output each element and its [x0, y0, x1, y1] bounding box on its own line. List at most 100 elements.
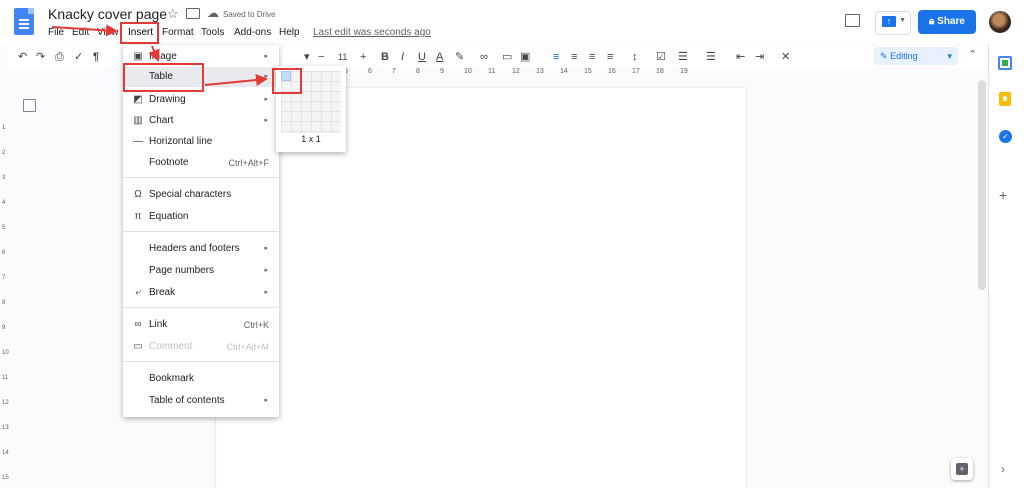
scrollbar[interactable] [978, 80, 986, 290]
align-left-icon[interactable]: ≡ [553, 49, 559, 65]
ruler-number: 12 [2, 400, 9, 406]
increase-font-icon[interactable]: + [360, 49, 366, 65]
justify-icon[interactable]: ≡ [607, 49, 613, 65]
chevron-down-icon: ▼ [899, 17, 906, 24]
insert-menu-item-horizontal-line[interactable]: — Horizontal line [123, 132, 279, 152]
document-outline-icon[interactable] [23, 99, 36, 112]
insert-menu-item-comment[interactable]: ▭ Comment Ctrl+Alt+M [123, 337, 279, 357]
vertical-ruler[interactable]: 1 2 3 4 5 6 7 8 9 10 11 12 13 14 15 [0, 80, 12, 488]
comment-history-icon[interactable] [845, 14, 860, 27]
insert-menu-item-label: Table of contents [149, 395, 225, 406]
ruler-number: 10 [464, 68, 472, 75]
submenu-arrow-icon: ▸ [264, 267, 268, 274]
shortcut-hint: Ctrl+Alt+M [226, 342, 269, 352]
insert-menu-item-footnote[interactable]: Footnote Ctrl+Alt+F [123, 153, 279, 173]
insert-menu-item-label: Chart [149, 115, 174, 126]
bulleted-list-icon[interactable]: ☰ [678, 49, 688, 65]
ruler-number: 2 [2, 150, 6, 156]
insert-menu-item-drawing[interactable]: ◩ Drawing ▸ [123, 90, 279, 110]
menu-view[interactable]: View [97, 27, 119, 38]
ruler-number: 12 [512, 68, 520, 75]
insert-menu-item-equation[interactable]: π Equation [123, 207, 279, 227]
submenu-arrow-icon: ▸ [264, 73, 268, 80]
show-side-panel-icon[interactable]: › [1001, 462, 1005, 476]
align-right-icon[interactable]: ≡ [589, 49, 595, 65]
document-title[interactable]: Knacky cover page [48, 6, 167, 22]
ruler-number: 15 [584, 68, 592, 75]
chevron-down-icon[interactable]: ▾ [304, 49, 310, 65]
pi-icon: π [134, 211, 142, 222]
move-folder-icon[interactable] [186, 8, 200, 19]
insert-menu-item-label: Comment [149, 341, 193, 352]
numbered-list-icon[interactable]: ☰ [706, 49, 716, 65]
text-color-button[interactable]: A [436, 49, 443, 65]
decrease-font-icon[interactable]: − [318, 49, 324, 65]
insert-menu-item-page-numbers[interactable]: Page numbers ▸ [123, 261, 279, 281]
get-addons-icon[interactable]: + [999, 187, 1007, 203]
docs-logo-icon[interactable] [14, 8, 34, 35]
menu-format[interactable]: Format [162, 27, 194, 38]
annotation-box-grid [272, 68, 302, 94]
ruler-number: 14 [2, 450, 9, 456]
link-icon[interactable]: ∞ [480, 49, 488, 65]
table-size-label: 1 x 1 [301, 134, 321, 144]
present-icon: ↑ [882, 16, 896, 27]
insert-menu-item-label: Horizontal line [149, 136, 213, 147]
underline-button[interactable]: U [418, 49, 426, 65]
side-panel [988, 44, 1024, 488]
menu-file[interactable]: File [48, 27, 64, 38]
explore-icon: + [956, 463, 968, 475]
ruler-number: 6 [2, 250, 6, 256]
tasks-icon[interactable]: ✓ [999, 130, 1012, 143]
calendar-icon[interactable] [998, 56, 1012, 70]
insert-menu-item-table-of-contents[interactable]: Table of contents ▸ [123, 391, 279, 411]
menu-divider [123, 361, 279, 362]
clear-formatting-icon[interactable]: ✕ [781, 49, 790, 65]
highlight-icon[interactable]: ✎ [455, 49, 464, 65]
insert-image-icon[interactable]: ▣ [520, 49, 530, 65]
add-comment-icon[interactable]: ▭ [502, 49, 512, 65]
undo-icon[interactable]: ↶ [18, 49, 27, 65]
ruler-number: 3 [2, 175, 6, 181]
align-center-icon[interactable]: ≡ [571, 49, 577, 65]
submenu-arrow-icon: ▸ [264, 117, 268, 124]
horizontal-ruler[interactable]: 5678910111213141516171819 [278, 68, 748, 80]
keep-icon[interactable] [999, 92, 1011, 106]
paint-format-icon[interactable]: ¶ [93, 49, 99, 65]
explore-button[interactable]: + [951, 458, 973, 480]
menu-edit[interactable]: Edit [72, 27, 89, 38]
menu-help[interactable]: Help [279, 27, 300, 38]
hide-menus-icon[interactable]: ⌃ [968, 48, 977, 61]
bold-button[interactable]: B [381, 49, 389, 65]
share-button[interactable]: 🔒︎ Share [918, 10, 976, 34]
present-button[interactable]: ↑ ▼ [875, 11, 911, 35]
insert-menu-item-special-characters[interactable]: Ω Special characters [123, 185, 279, 205]
chart-icon: ▥ [133, 115, 143, 126]
checklist-icon[interactable]: ☑ [656, 49, 666, 65]
star-icon[interactable]: ☆ [167, 6, 179, 22]
menu-divider [123, 307, 279, 308]
annotation-box-insert [120, 22, 159, 44]
increase-indent-icon[interactable]: ⇥ [755, 49, 764, 65]
insert-menu-item-bookmark[interactable]: Bookmark [123, 369, 279, 389]
avatar[interactable] [989, 11, 1011, 33]
menu-tools[interactable]: Tools [201, 27, 224, 38]
decrease-indent-icon[interactable]: ⇤ [736, 49, 745, 65]
print-icon[interactable]: ⎙ [55, 49, 64, 65]
insert-menu-item-headers-and-footers[interactable]: Headers and footers ▸ [123, 239, 279, 259]
spellcheck-icon[interactable]: ✓ [74, 49, 83, 65]
share-label: Share [937, 16, 965, 27]
line-spacing-icon[interactable]: ↕ [632, 49, 638, 65]
cloud-saved-icon: ☁ [207, 6, 219, 20]
ruler-number: 15 [2, 475, 9, 481]
insert-menu-item-chart[interactable]: ▥ Chart ▸ [123, 111, 279, 131]
insert-menu-item-break[interactable]: ⤶ Break ▸ [123, 283, 279, 303]
insert-menu-item-link[interactable]: ∞ Link Ctrl+K [123, 315, 279, 335]
redo-icon[interactable]: ↷ [36, 49, 45, 65]
italic-button[interactable]: I [401, 49, 404, 65]
font-size-field[interactable]: 11 [338, 49, 347, 65]
editing-mode-button[interactable]: ✎ Editing ▾ [874, 47, 958, 65]
last-edit-link[interactable]: Last edit was seconds ago [313, 27, 431, 38]
menu-addons[interactable]: Add-ons [234, 27, 271, 38]
ruler-number: 1 [2, 125, 6, 131]
